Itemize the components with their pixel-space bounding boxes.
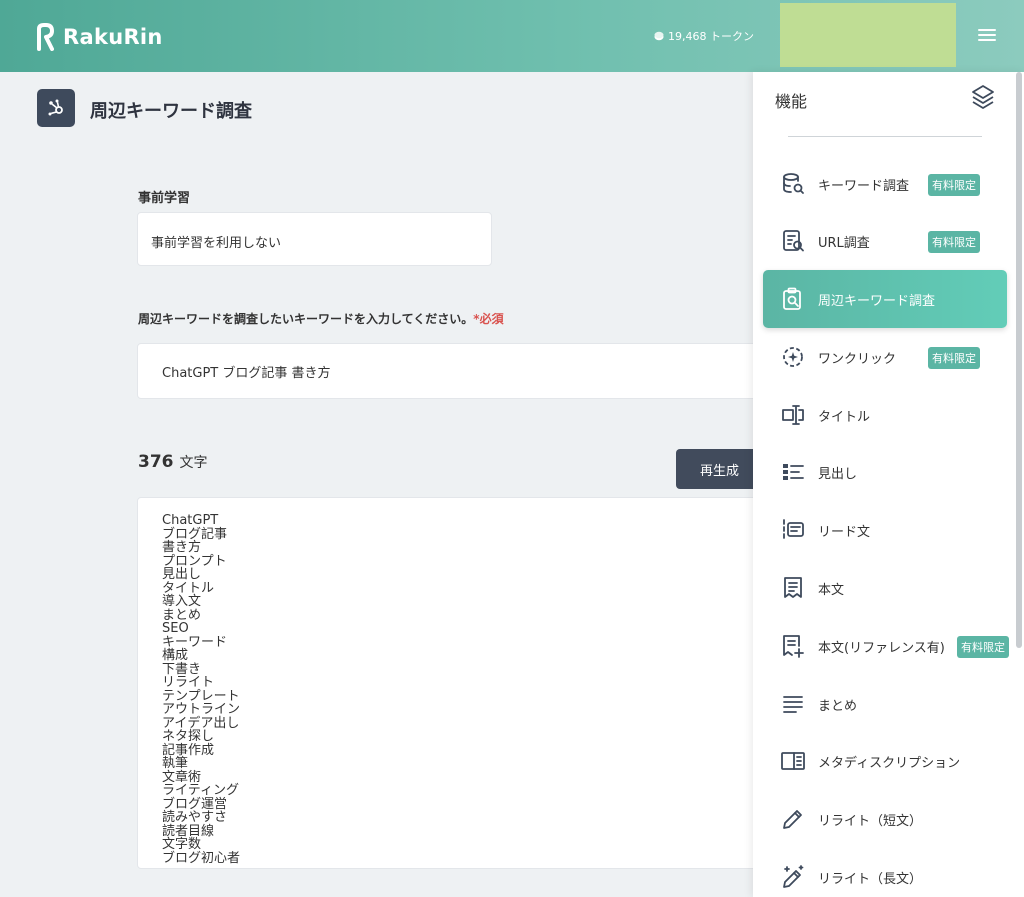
result-item: 導入文 <box>162 594 202 609</box>
magic-pencil-icon <box>780 864 806 890</box>
pretraining-select[interactable]: 事前学習を利用しない <box>137 212 492 266</box>
nav-item-meta-description[interactable]: メタディスクリプション <box>763 732 1007 790</box>
result-item: ライティング <box>162 783 239 798</box>
pretraining-label: 事前学習 <box>138 191 191 206</box>
keyword-input-value: ChatGPT ブログ記事 書き方 <box>162 365 331 381</box>
result-item: テンプレート <box>162 688 240 704</box>
nav-item-heading[interactable]: 見出し <box>763 443 1007 501</box>
heading-icon <box>780 459 806 485</box>
nav-item-label: 見出し <box>818 466 858 482</box>
required-mark: *必須 <box>473 312 504 326</box>
result-item: SEO <box>162 621 189 636</box>
network-icon <box>48 99 63 116</box>
result-item: 読みやすさ <box>162 810 228 825</box>
nav-item-label: リライト（長文） <box>818 871 923 887</box>
char-count: 376 文字 <box>138 452 208 472</box>
user-avatar-area[interactable] <box>780 3 956 67</box>
result-item: ネタ探し <box>162 729 215 744</box>
pencil-icon <box>780 806 806 832</box>
result-item: リライト <box>162 675 215 690</box>
token-count: 19,468 トークン <box>668 30 754 43</box>
char-count-unit: 文字 <box>179 455 208 471</box>
keyword-input[interactable]: ChatGPT ブログ記事 書き方 <box>137 343 777 399</box>
result-item: ブログ記事 <box>162 526 228 542</box>
nav-item-clipboard-search[interactable]: 周辺キーワード調査 <box>763 270 1007 328</box>
nav-item-label: まとめ <box>818 698 858 714</box>
panel-scrollbar[interactable] <box>1016 72 1022 648</box>
paid-only-badge: 有料限定 <box>928 231 980 253</box>
result-item: プロンプト <box>162 553 227 569</box>
nav-item-label: ワンクリック <box>818 351 897 367</box>
meta-description-icon <box>780 748 806 774</box>
result-item: 見出し <box>162 567 202 582</box>
result-item: キーワード <box>162 634 228 650</box>
nav-item-label: 本文(リファレンス有) <box>818 640 945 656</box>
result-item: 読者目線 <box>162 823 215 839</box>
result-item: ブログ初心者 <box>162 850 241 866</box>
token-balance: 19,468 トークン <box>654 28 754 44</box>
one-click-icon <box>780 344 806 370</box>
keyword-search-icon <box>780 171 806 197</box>
paid-only-badge: 有料限定 <box>957 636 1009 658</box>
nav-item-lead-text[interactable]: リード文 <box>763 501 1007 559</box>
body-reference-icon <box>780 633 806 659</box>
result-item: ChatGPT <box>162 513 219 528</box>
logo-icon <box>37 23 54 51</box>
nav-item-summary[interactable]: まとめ <box>763 675 1007 733</box>
result-list: ChatGPT ブログ記事 書き方 プロンプト 見出し タイトル 導入文 まとめ SEO キーワー… <box>162 514 752 865</box>
char-count-number: 376 <box>138 452 174 472</box>
hamburger-menu-icon[interactable] <box>976 26 998 46</box>
feature-panel: 機能 キーワード調査 有料限定 URL調査 有料限定 周辺キーワード調査 ワンクリック 有料… <box>753 72 1024 897</box>
nav-item-title[interactable]: タイトル <box>763 386 1007 444</box>
nav-item-label: メタディスクリプション <box>818 755 961 771</box>
result-textarea[interactable]: ChatGPT ブログ記事 書き方 プロンプト 見出し タイトル 導入文 まとめ SEO キーワー… <box>137 497 777 869</box>
summary-icon <box>780 691 806 717</box>
nav-item-label: リライト（短文） <box>818 813 923 829</box>
result-item: 執筆 <box>162 756 189 771</box>
clipboard-search-icon <box>780 286 806 312</box>
nav-item-label: 本文 <box>818 582 845 598</box>
result-item: 構成 <box>162 648 189 663</box>
keyword-label: 周辺キーワードを調査したいキーワードを入力してください。*必須 <box>138 310 504 327</box>
nav-item-label: 周辺キーワード調査 <box>818 293 936 309</box>
paid-only-badge: 有料限定 <box>928 174 980 196</box>
app-header: RakuRin 19,468 トークン <box>0 0 1024 72</box>
body-text-icon <box>780 575 806 601</box>
nav-item-pencil[interactable]: リライト（短文） <box>763 790 1007 848</box>
result-item: タイトル <box>162 580 215 596</box>
token-icon <box>654 31 664 41</box>
nav-item-label: タイトル <box>818 409 871 425</box>
nav-item-label: URL調査 <box>818 235 870 251</box>
url-search-icon <box>780 228 806 254</box>
result-item: 下書き <box>162 661 202 677</box>
panel-divider <box>788 136 982 137</box>
result-item: ブログ運営 <box>162 796 228 812</box>
brand-name: RakuRin <box>63 25 163 49</box>
nav-item-label: キーワード調査 <box>818 178 910 194</box>
page-feature-icon <box>37 89 75 127</box>
result-item: アウトライン <box>162 702 241 717</box>
nav-item-magic-pencil[interactable]: リライト（長文） <box>763 848 1007 897</box>
nav-item-label: リード文 <box>818 524 871 540</box>
page-title: 周辺キーワード調査 <box>90 101 252 122</box>
panel-title: 機能 <box>775 92 808 111</box>
result-item: アイデア出し <box>162 715 240 731</box>
layers-icon[interactable] <box>971 84 995 110</box>
result-item: 文字数 <box>162 837 202 852</box>
title-icon <box>780 402 806 428</box>
lead-text-icon <box>780 517 806 543</box>
app-logo[interactable]: RakuRin <box>36 23 163 51</box>
keyword-label-text: 周辺キーワードを調査したいキーワードを入力してください。 <box>138 312 474 326</box>
result-item: 記事作成 <box>162 742 215 758</box>
result-item: 書き方 <box>162 540 202 555</box>
nav-item-body-text[interactable]: 本文 <box>763 559 1007 617</box>
result-item: 文章術 <box>162 769 202 785</box>
paid-only-badge: 有料限定 <box>928 347 980 369</box>
result-item: まとめ <box>162 607 202 623</box>
